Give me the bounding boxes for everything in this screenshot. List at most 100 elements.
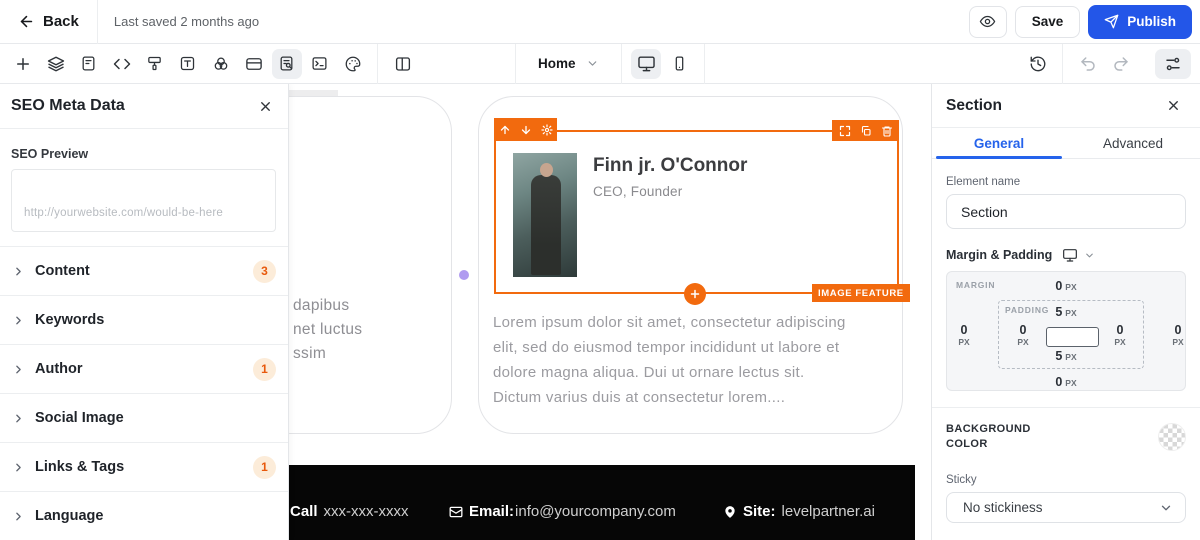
mobile-view-icon[interactable]	[664, 49, 694, 79]
text-icon[interactable]	[173, 49, 203, 79]
card-icon[interactable]	[239, 49, 269, 79]
top-bar: Back Last saved 2 months ago Save Publis…	[0, 0, 1200, 44]
drag-handle-dot[interactable]	[459, 270, 469, 280]
history-icon[interactable]	[1023, 49, 1053, 79]
save-button[interactable]: Save	[1014, 5, 1081, 38]
author-count-badge: 1	[253, 357, 276, 381]
seo-meta-panel: SEO Meta Data SEO Preview http://yourweb…	[0, 84, 289, 540]
seo-preview-url: http://yourwebsite.com/would-be-here	[24, 207, 223, 219]
accordion-keywords[interactable]: Keywords	[0, 295, 288, 344]
back-button[interactable]: Back	[0, 0, 97, 43]
sticky-select[interactable]: No stickiness	[946, 492, 1186, 523]
accordion-author[interactable]: Author 1	[0, 344, 288, 393]
padding-right-value[interactable]: 0 PX	[1114, 324, 1125, 348]
chevron-down-icon	[1159, 501, 1173, 515]
desktop-view-icon[interactable]	[631, 48, 662, 79]
blend-icon[interactable]	[206, 49, 236, 79]
divider	[377, 43, 378, 84]
tab-advanced[interactable]: Advanced	[1066, 128, 1200, 158]
footer-call: Call xxx-xxx-xxxx	[290, 503, 409, 520]
close-inspector-icon[interactable]	[1162, 95, 1184, 117]
margin-padding-diagram[interactable]: MARGIN 0 PX PADDING 5 PX 0 PX 0 PX 0 PX 0 PX 5…	[946, 271, 1186, 391]
editor-toolbar: Home	[0, 43, 1200, 84]
panel-left-icon[interactable]	[388, 49, 418, 79]
terminal-icon[interactable]	[305, 49, 335, 79]
seo-preview-box[interactable]: http://yourwebsite.com/would-be-here	[11, 169, 276, 232]
chevron-right-icon	[12, 461, 25, 474]
add-element-icon[interactable]	[8, 49, 38, 79]
chevron-right-icon	[12, 510, 25, 523]
padding-top-value[interactable]: 5 PX	[1055, 305, 1076, 319]
accordion-content[interactable]: Content 3	[0, 246, 288, 295]
margin-bottom-value[interactable]: 0 PX	[1055, 375, 1076, 389]
send-icon	[1104, 14, 1119, 29]
preview-button[interactable]	[968, 5, 1007, 38]
settings-sliders-icon[interactable]	[1154, 48, 1191, 79]
map-pin-icon	[723, 505, 737, 519]
page-content-icon[interactable]	[74, 49, 104, 79]
eye-icon	[979, 13, 996, 30]
tab-general[interactable]: General	[932, 128, 1066, 159]
duplicate-section-icon[interactable]	[860, 125, 872, 137]
divider	[620, 43, 622, 84]
sticky-label: Sticky	[946, 474, 977, 486]
padding-left-value[interactable]: 0 PX	[1017, 324, 1028, 348]
padding-tag: PADDING	[1005, 305, 1050, 315]
layers-icon[interactable]	[41, 49, 71, 79]
page-selector[interactable]: Home	[524, 56, 613, 71]
inspector-title: Section	[946, 96, 1002, 114]
accordion-language[interactable]: Language	[0, 491, 288, 540]
back-arrow-icon	[18, 13, 35, 30]
padding-bottom-value[interactable]: 5 PX	[1055, 349, 1076, 363]
footer-email: Email: info@yourcompany.com	[449, 503, 676, 520]
margin-padding-label: Margin & Padding	[946, 248, 1053, 262]
element-name-input[interactable]: Section	[946, 194, 1186, 229]
transparency-checker-swatch[interactable]	[1158, 423, 1186, 451]
accordion-links-tags[interactable]: Links & Tags 1	[0, 442, 288, 491]
publish-button[interactable]: Publish	[1088, 4, 1192, 39]
chevron-right-icon	[12, 265, 25, 278]
delete-section-icon[interactable]	[881, 125, 893, 137]
element-type-badge: IMAGE FEATURE	[812, 284, 910, 302]
margin-left-value[interactable]: 0 PX	[958, 324, 969, 348]
add-element-below-button[interactable]	[684, 283, 706, 305]
section-settings-gear-icon[interactable]	[540, 123, 553, 136]
divider	[515, 43, 516, 84]
profile-role: CEO, Founder	[593, 184, 683, 199]
section-inspector-panel: Section General Advanced Element name Se…	[931, 84, 1200, 540]
profile-photo[interactable]	[513, 153, 577, 277]
profile-name: Finn jr. O'Connor	[593, 155, 748, 176]
close-seo-panel-icon[interactable]	[254, 95, 276, 117]
code-icon[interactable]	[107, 49, 137, 79]
section-controls-left[interactable]	[494, 118, 557, 141]
content-count-badge: 3	[253, 259, 276, 283]
chevron-right-icon	[12, 412, 25, 425]
accordion-social-image[interactable]: Social Image	[0, 393, 288, 442]
site-contact-footer[interactable]: Call xxx-xxx-xxxx Email: info@yourcompany…	[289, 465, 915, 540]
undo-icon[interactable]	[1073, 49, 1103, 79]
margin-top-value[interactable]: 0 PX	[1055, 279, 1076, 293]
section-controls-right[interactable]	[832, 120, 899, 141]
footer-site: Site: levelpartner.ai	[723, 503, 875, 520]
chevron-down-icon[interactable]	[1084, 250, 1095, 261]
seo-preview-label: SEO Preview	[11, 147, 89, 161]
expand-section-icon[interactable]	[839, 125, 851, 137]
chevron-down-icon	[586, 57, 599, 70]
seo-meta-icon[interactable]	[271, 48, 302, 79]
margin-right-value[interactable]: 0 PX	[1172, 324, 1183, 348]
divider	[1062, 43, 1063, 84]
divider	[96, 0, 98, 44]
last-saved-status: Last saved 2 months ago	[113, 14, 260, 29]
seo-panel-title: SEO Meta Data	[11, 97, 125, 114]
monitor-icon[interactable]	[1062, 247, 1078, 263]
move-down-icon[interactable]	[520, 124, 532, 136]
move-up-icon[interactable]	[499, 124, 511, 136]
redo-icon[interactable]	[1106, 49, 1136, 79]
theme-palette-icon[interactable]	[338, 49, 368, 79]
body-paragraph: Lorem ipsum dolor sit amet, consectetur …	[493, 314, 846, 406]
chevron-right-icon	[12, 314, 25, 327]
divider	[703, 43, 705, 84]
editor-canvas[interactable]: dapibus net luctus ssim Finn jr. O'Conno…	[255, 84, 915, 540]
spacing-value-input[interactable]	[1046, 327, 1099, 347]
design-paint-icon[interactable]	[140, 49, 170, 79]
